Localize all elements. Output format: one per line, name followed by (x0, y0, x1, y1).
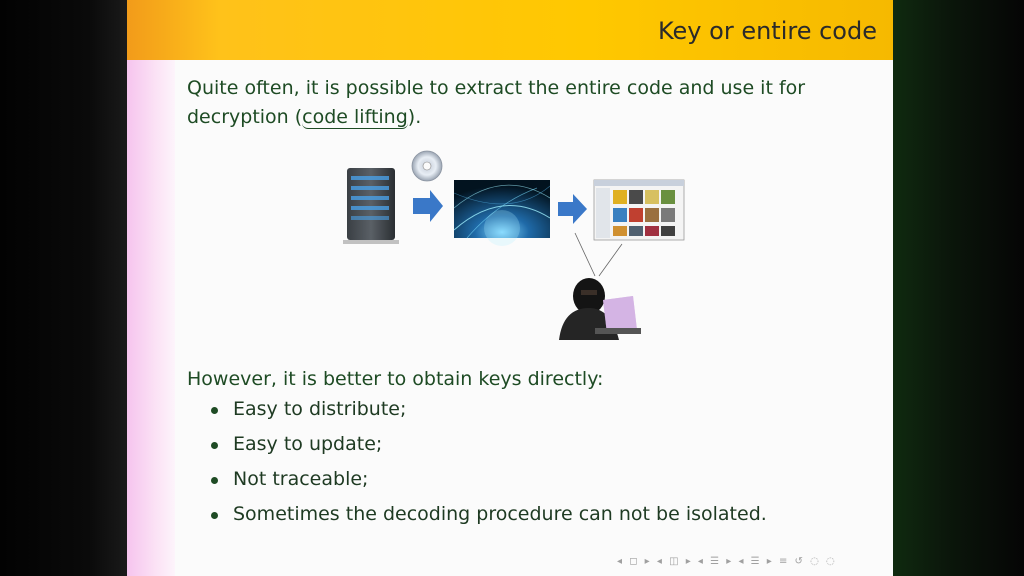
bullet-dot-icon (211, 477, 218, 484)
bullet-dot-icon (211, 442, 218, 449)
list-item: Sometimes the decoding procedure can not… (209, 503, 767, 538)
hacker-laptop-image (559, 278, 641, 340)
intro-line-2: decryption (code lifting). (187, 106, 422, 129)
slide-header-bar: Key or entire code (127, 0, 893, 60)
list-item: Easy to update; (209, 433, 767, 468)
arrow-right-icon (558, 194, 587, 224)
arrow-right-icon (413, 190, 443, 222)
bullet-dot-icon (211, 512, 218, 519)
bullet-dot-icon (211, 407, 218, 414)
list-item: Not traceable; (209, 468, 767, 503)
left-black-margin (0, 0, 127, 576)
beamer-navigation-symbols[interactable]: ◂ ◻ ▸ ◂ ◫ ▸ ◂ ☰ ▸ ◂ ☰ ▸ ≡ ↺ ◌ ◌ (617, 556, 837, 567)
presentation-slide: Key or entire code Quite often, it is po… (127, 0, 893, 576)
intro-line-1: Quite often, it is possible to extract t… (187, 77, 806, 99)
slide-title: Key or entire code (658, 17, 877, 45)
however-line: However, it is better to obtain keys dir… (187, 368, 604, 390)
intro-line-2-suffix: ). (407, 106, 422, 128)
cd-disc-icon (411, 150, 443, 182)
media-library-screenshot (593, 179, 685, 241)
network-globe-image (453, 180, 551, 246)
intro-line-2-prefix: decryption ( (187, 106, 303, 128)
bullet-list: Easy to distribute; Easy to update; Not … (209, 398, 767, 538)
left-pink-band (127, 60, 175, 576)
right-dark-margin (893, 0, 1024, 576)
code-lifting-term: code lifting (302, 106, 408, 129)
server-icon (343, 168, 399, 244)
code-lifting-diagram (343, 150, 685, 340)
list-item: Easy to distribute; (209, 398, 767, 433)
